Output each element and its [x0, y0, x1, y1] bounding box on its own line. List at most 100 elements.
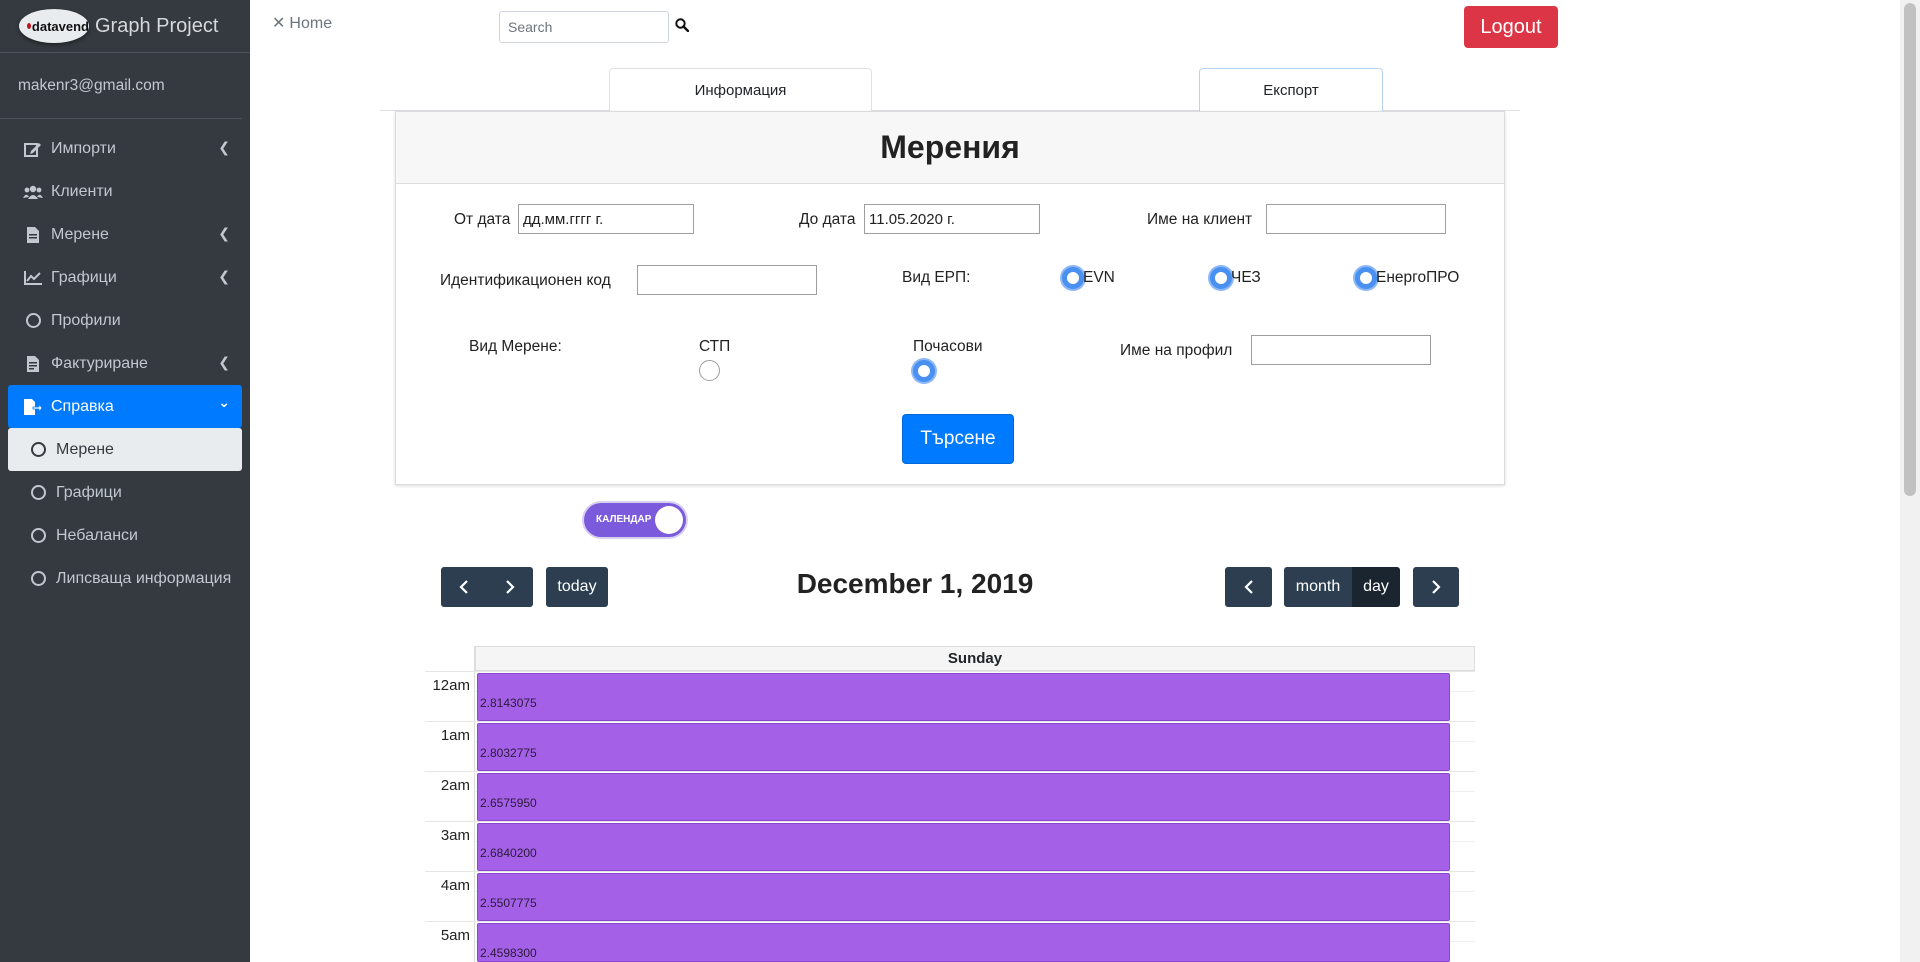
- sidebar-subitem-missing-info[interactable]: Липсваща информация: [8, 557, 242, 600]
- users-icon: [23, 182, 43, 202]
- user-panel[interactable]: makenr3@gmail.com: [0, 53, 242, 119]
- hour-line: [425, 921, 1475, 922]
- tab-bar: Информация Експорт: [380, 68, 1520, 111]
- sidebar-item-invoicing[interactable]: Фактуриране ❮: [8, 342, 242, 385]
- time-label: 1am: [440, 727, 470, 744]
- topbar: ✕Home Logout: [250, 0, 1920, 55]
- time-label: 5am: [440, 927, 470, 944]
- chevron-right-icon: [1432, 580, 1441, 594]
- chevron-left-icon: ❮: [218, 354, 230, 370]
- erp-energopro-radio[interactable]: [1355, 267, 1377, 289]
- sidebar: datavend Graph Project makenr3@gmail.com…: [0, 0, 250, 962]
- id-code-input[interactable]: [637, 265, 817, 295]
- time-label: 2am: [440, 777, 470, 794]
- calendar-event[interactable]: 2.6840200: [477, 823, 1450, 871]
- search-button[interactable]: Търсене: [902, 414, 1014, 464]
- file-icon: [23, 225, 43, 245]
- search-input[interactable]: [499, 11, 669, 43]
- time-axis-divider: [474, 646, 475, 962]
- prev-button[interactable]: [441, 567, 487, 607]
- calendar-day-grid: Sunday 12am 1am 2am 3am 4am 5am 2.814307…: [425, 646, 1475, 962]
- event-value: 2.6840200: [480, 846, 537, 860]
- calendar-event[interactable]: 2.4598300: [477, 923, 1450, 962]
- chevron-left-icon: ❮: [218, 268, 230, 284]
- invoice-icon: [23, 354, 43, 374]
- erp-cez-radio[interactable]: [1210, 267, 1232, 289]
- erp-energopro-label: ЕнергоПРО: [1376, 269, 1460, 286]
- sidebar-item-charts[interactable]: Графици ❮: [8, 256, 242, 299]
- sidebar-subitem-imbalances[interactable]: Небаланси: [8, 514, 242, 557]
- hour-line: [425, 771, 1475, 772]
- time-label: 12am: [432, 677, 470, 694]
- sidebar-item-imports[interactable]: Импорти ❮: [8, 127, 242, 170]
- chevron-left-icon: [1243, 580, 1253, 594]
- search-form-card: Мерения От дата До дата Име на клиент Ид…: [395, 111, 1505, 485]
- search-icon[interactable]: [675, 18, 691, 34]
- chevron-left-icon: ❮: [218, 139, 230, 155]
- client-name-input[interactable]: [1266, 204, 1446, 234]
- from-date-label: От дата: [454, 211, 511, 228]
- month-view-button[interactable]: month: [1284, 567, 1352, 607]
- day-view-button[interactable]: day: [1352, 567, 1400, 607]
- sidebar-item-report[interactable]: Справка ⌄: [8, 385, 242, 428]
- view-prev-button[interactable]: [1225, 567, 1272, 607]
- sidebar-subitem-measure[interactable]: Мерене: [8, 428, 242, 471]
- home-link[interactable]: ✕ Home: [272, 13, 332, 33]
- event-value: 2.8143075: [480, 696, 537, 710]
- hour-line: [425, 671, 1475, 672]
- measure-stp-radio[interactable]: [699, 360, 720, 381]
- brand-logo: datavend: [19, 9, 89, 43]
- sidebar-item-measure[interactable]: Мерене ❮: [8, 213, 242, 256]
- close-icon[interactable]: ✕: [272, 15, 285, 32]
- chevron-left-icon: ❮: [218, 225, 230, 241]
- edit-icon: [23, 139, 43, 159]
- client-name-label: Име на клиент: [1147, 211, 1253, 228]
- event-value: 2.8032775: [480, 746, 537, 760]
- chevron-left-icon: [459, 580, 468, 594]
- form-title: Мерения: [396, 112, 1504, 184]
- sidebar-item-clients[interactable]: Клиенти: [8, 170, 242, 213]
- sidebar-item-profiles[interactable]: Профили: [8, 299, 242, 342]
- erp-type-label: Вид ЕРП:: [902, 269, 971, 286]
- today-button[interactable]: today: [546, 567, 608, 607]
- tab-information[interactable]: Информация: [609, 68, 872, 111]
- scrollbar-thumb[interactable]: [1904, 3, 1916, 496]
- user-email[interactable]: makenr3@gmail.com: [18, 77, 165, 95]
- to-date-input[interactable]: [864, 204, 1040, 234]
- event-value: 2.6575950: [480, 796, 537, 810]
- chevron-down-icon: ⌄: [218, 394, 230, 410]
- calendar-event[interactable]: 2.8143075: [477, 673, 1450, 721]
- calendar-toggle[interactable]: КАЛЕНДАР: [584, 503, 686, 537]
- chevron-right-icon: [506, 580, 515, 594]
- circle-icon: [28, 483, 48, 503]
- view-next-button[interactable]: [1413, 567, 1459, 607]
- hour-line: [425, 821, 1475, 822]
- from-date-input[interactable]: [518, 204, 694, 234]
- measure-hourly-label: Почасови: [913, 338, 983, 355]
- time-label: 4am: [440, 877, 470, 894]
- circle-icon: [28, 440, 48, 460]
- circle-icon: [28, 526, 48, 546]
- toggle-knob: [655, 506, 683, 534]
- calendar-event[interactable]: 2.5507775: [477, 873, 1450, 921]
- tab-export[interactable]: Експорт: [1199, 68, 1383, 111]
- measure-stp-label: СТП: [699, 338, 731, 355]
- calendar-event[interactable]: 2.6575950: [477, 773, 1450, 821]
- line-chart-icon: [23, 268, 43, 288]
- brand[interactable]: datavend Graph Project: [0, 0, 250, 53]
- brand-title: Graph Project: [95, 14, 219, 37]
- measure-type-label: Вид Мерене:: [469, 338, 562, 355]
- event-value: 2.4598300: [480, 946, 537, 960]
- page-scrollbar[interactable]: [1900, 0, 1920, 962]
- measure-hourly-radio[interactable]: [913, 360, 935, 382]
- erp-cez-label: ЧЕЗ: [1231, 269, 1261, 286]
- logout-button[interactable]: Logout: [1464, 6, 1558, 48]
- day-header: Sunday: [475, 646, 1475, 671]
- profile-name-input[interactable]: [1251, 335, 1431, 365]
- erp-evn-label: EVN: [1083, 269, 1115, 286]
- calendar-event[interactable]: 2.8032775: [477, 723, 1450, 771]
- erp-evn-radio[interactable]: [1062, 267, 1084, 289]
- next-button[interactable]: [487, 567, 533, 607]
- to-date-label: До дата: [799, 211, 856, 228]
- sidebar-subitem-charts[interactable]: Графици: [8, 471, 242, 514]
